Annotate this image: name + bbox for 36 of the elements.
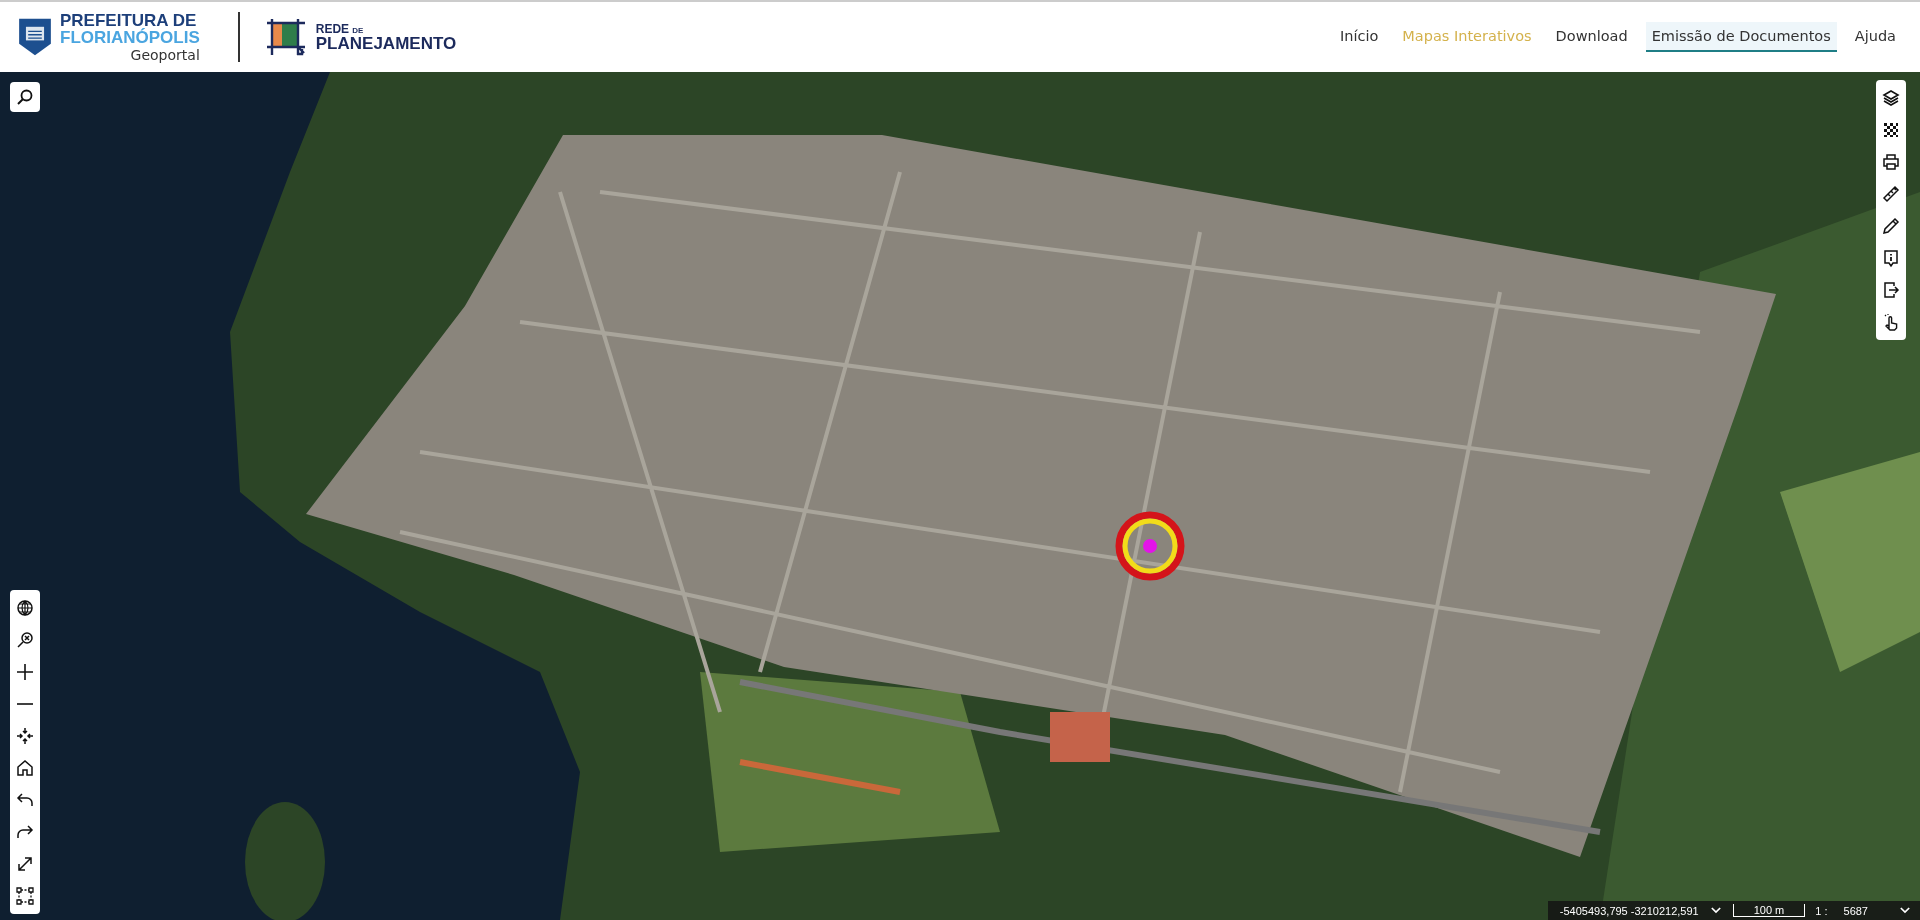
scale-prefix: 1 : xyxy=(1815,904,1828,917)
layers-icon xyxy=(1881,88,1901,108)
expand-icon xyxy=(15,854,35,874)
location-marker-icon xyxy=(1114,510,1186,582)
projection-dropdown[interactable] xyxy=(1708,907,1723,914)
checkerboard-icon xyxy=(1881,120,1901,140)
city-shield-icon xyxy=(18,17,52,57)
scale-value: 5687 xyxy=(1843,904,1868,917)
arrows-center-icon xyxy=(15,726,35,746)
select-area-icon xyxy=(15,886,35,906)
globe-icon xyxy=(15,598,35,618)
printer-icon xyxy=(1881,152,1901,172)
search-icon xyxy=(15,87,35,107)
chevron-down-icon xyxy=(1710,907,1721,914)
nav-link[interactable]: Início xyxy=(1333,22,1385,52)
info-icon xyxy=(1881,248,1901,268)
city-name-line: FLORIANÓPOLIS xyxy=(60,29,200,46)
ruler-icon xyxy=(1881,184,1901,204)
nav-link[interactable]: Ajuda xyxy=(1848,22,1902,52)
home-icon xyxy=(15,758,35,778)
scale-bar: 100 m xyxy=(1732,904,1806,917)
nav-link[interactable]: Emissão de Documentos xyxy=(1645,22,1837,52)
network-name-word: PLANEJAMENTO xyxy=(315,34,457,52)
search-button[interactable] xyxy=(10,82,40,112)
chevron-down-icon xyxy=(1900,907,1910,914)
zoom-in-icon xyxy=(15,662,35,682)
coordinates-readout: -5405493,795 -3210212,591 xyxy=(1559,904,1699,917)
city-name-line: PREFEITURA DE xyxy=(60,12,197,29)
export-icon xyxy=(1881,280,1901,300)
network-name-word: REDE xyxy=(315,22,350,35)
portal-subtitle: Geoportal xyxy=(130,48,200,62)
network-name-word: DE xyxy=(352,26,364,35)
nav-link[interactable]: Download xyxy=(1549,22,1634,52)
zoom-extent-icon xyxy=(15,630,35,650)
pencil-icon xyxy=(1881,216,1901,236)
scale-dropdown[interactable] xyxy=(1898,907,1912,914)
